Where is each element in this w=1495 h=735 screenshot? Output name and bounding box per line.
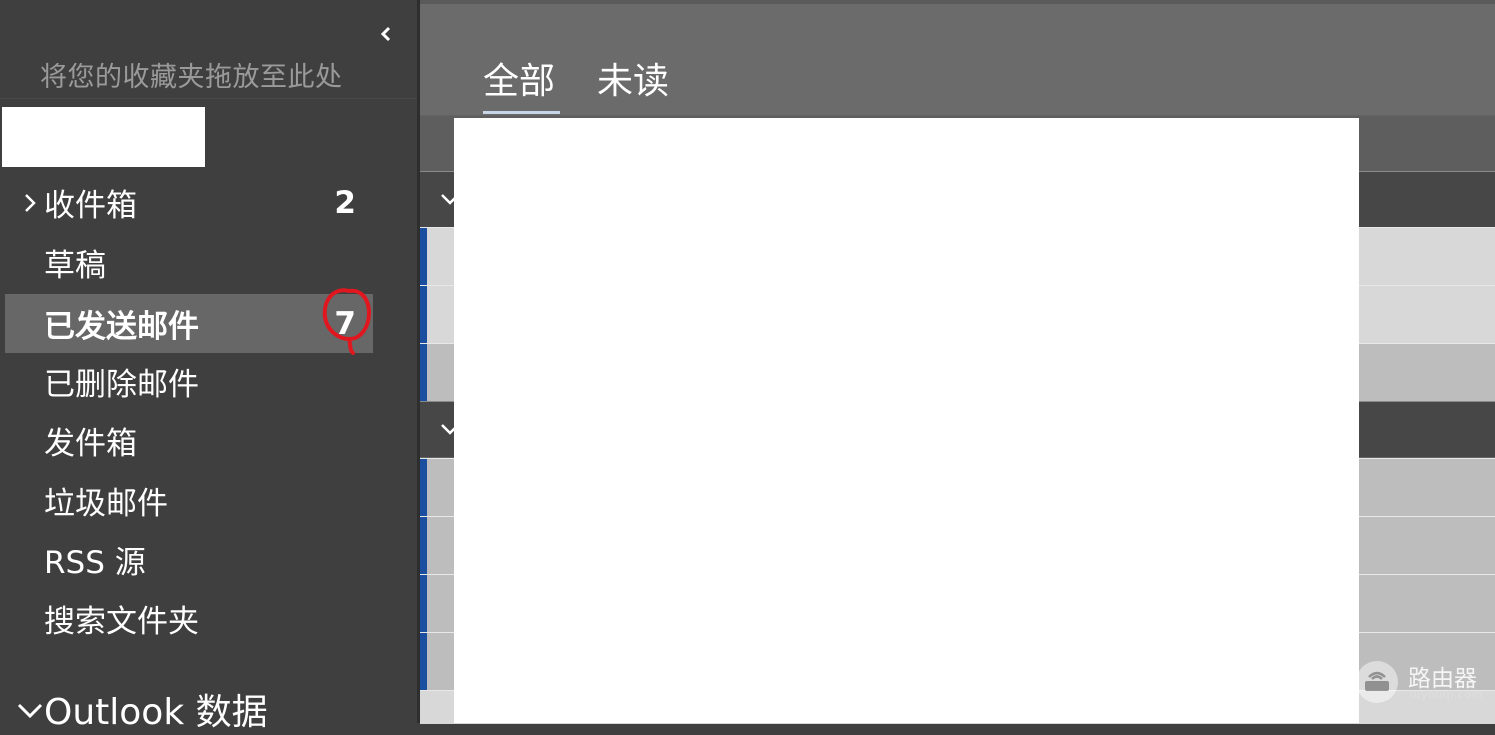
chevron-left-icon: [380, 26, 391, 42]
unread-indicator: [420, 228, 427, 285]
account-name-redacted[interactable]: [2, 107, 205, 167]
folder-drafts[interactable]: 草稿: [5, 233, 373, 292]
folder-search-folders[interactable]: 搜索文件夹: [5, 589, 373, 648]
folder-label: 已删除邮件: [44, 367, 199, 403]
folder-outbox[interactable]: 发件箱: [5, 411, 373, 470]
folder-sent-items[interactable]: 已发送邮件 7: [5, 294, 373, 353]
data-file-label: Outlook 数据: [44, 692, 268, 733]
unread-indicator: [420, 344, 427, 401]
chevron-right-icon[interactable]: [19, 191, 41, 215]
unread-indicator: [420, 459, 427, 516]
item-count: 7: [334, 305, 356, 342]
favorites-divider: [0, 98, 417, 99]
folder-label: 垃圾邮件: [44, 486, 168, 522]
folder-deleted-items[interactable]: 已删除邮件: [5, 352, 373, 411]
watermark: 路由器 luyouqi.com: [1354, 659, 1494, 707]
folder-rss-feeds[interactable]: RSS 源: [5, 530, 373, 589]
tab-all[interactable]: 全部: [483, 52, 555, 104]
folder-pane: 将您的收藏夹拖放至此处 收件箱 2 草稿 已发送邮件 7 已删除邮件 发件箱 垃…: [0, 0, 417, 733]
folder-label: 草稿: [44, 248, 106, 284]
collapse-pane-button[interactable]: [378, 25, 394, 43]
unread-indicator: [420, 286, 427, 343]
unread-indicator: [420, 633, 427, 690]
folder-label: 发件箱: [44, 426, 137, 462]
watermark-url: luyouqi.com: [1410, 688, 1483, 701]
folder-inbox[interactable]: 收件箱 2: [5, 173, 373, 232]
folder-junk[interactable]: 垃圾邮件: [5, 471, 373, 530]
chevron-down-icon[interactable]: [15, 701, 45, 721]
folder-label: 搜索文件夹: [44, 604, 199, 640]
active-tab-indicator: [483, 111, 560, 114]
folder-label: 已发送邮件: [44, 309, 199, 345]
unread-indicator: [420, 575, 427, 632]
unread-indicator: [420, 517, 427, 574]
unread-count: 2: [334, 184, 356, 221]
favorites-drop-hint: 将您的收藏夹拖放至此处: [40, 62, 343, 93]
folder-label: 收件箱: [44, 188, 137, 224]
redacted-message-content: [454, 118, 1359, 723]
router-logo-icon: [1356, 661, 1398, 703]
tab-unread[interactable]: 未读: [597, 52, 669, 104]
filter-tabs-bar: 全部 未读: [420, 4, 1495, 115]
folder-label: RSS 源: [44, 545, 146, 581]
